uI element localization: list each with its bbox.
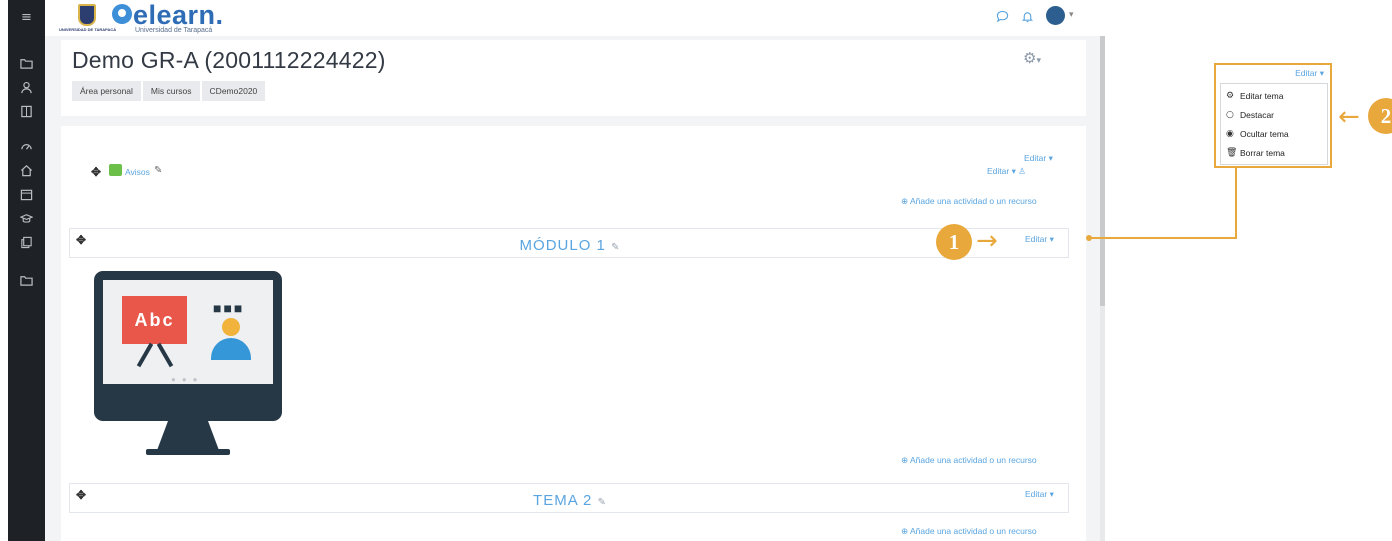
classroom-illustration: Abc ■■■ ●●● xyxy=(94,271,282,421)
edit-menu-trigger[interactable]: Editar ▾ xyxy=(1025,234,1054,245)
graduation-cap-icon[interactable] xyxy=(8,208,45,228)
add-activity-label: Añade una actividad o un recurso xyxy=(910,526,1037,536)
pencil-icon[interactable]: ✎ xyxy=(598,497,607,508)
arrow-left-icon: ← xyxy=(1338,102,1360,132)
eye-icon: ◉ xyxy=(1226,128,1234,139)
left-sidebar: ≡ xyxy=(8,0,45,541)
menu-item-ocultar-tema[interactable]: ◉ Ocultar tema xyxy=(1221,124,1327,143)
scrollbar-thumb[interactable] xyxy=(1100,36,1105,306)
move-icon[interactable]: ✥ xyxy=(91,165,101,179)
arrow-right-icon: → xyxy=(976,226,998,256)
edit-label: Editar xyxy=(987,166,1010,176)
section-header-modulo1: ✥ MÓDULO 1 ✎ Editar ▾ xyxy=(69,228,1069,258)
activity-edit-menu[interactable]: Editar ▾ ♙ xyxy=(987,166,1026,177)
breadcrumb-item[interactable]: Área personal xyxy=(72,81,141,101)
bell-icon[interactable] xyxy=(1021,10,1034,26)
menu-item-label: Borrar tema xyxy=(1240,147,1285,158)
monitor-base xyxy=(146,449,230,455)
section-title[interactable]: MÓDULO 1 ✎ xyxy=(70,237,1070,254)
folder-icon[interactable] xyxy=(8,270,45,290)
section-title-text: MÓDULO 1 xyxy=(519,237,606,254)
home-icon[interactable] xyxy=(8,160,45,180)
menu-item-label: Ocultar tema xyxy=(1240,128,1289,139)
pencil-icon[interactable]: ✎ xyxy=(154,165,162,176)
section-title[interactable]: TEMA 2 ✎ xyxy=(70,492,1070,509)
person-head xyxy=(222,318,240,336)
user-icon[interactable] xyxy=(8,77,45,97)
ellipsis-icon: ■■■ xyxy=(213,300,245,316)
activity-link-avisos[interactable]: Avisos xyxy=(125,167,150,177)
book-icon[interactable] xyxy=(8,101,45,121)
add-activity-label: Añade una actividad o un recurso xyxy=(910,455,1037,465)
circle-icon: ○ xyxy=(1226,109,1234,120)
edit-menu-trigger[interactable]: Editar ▾ xyxy=(1295,68,1324,79)
breadcrumb: Área personal Mis cursos CDemo2020 xyxy=(72,81,267,101)
chevron-down-icon[interactable]: ▾ xyxy=(1069,9,1074,20)
user-avatar[interactable] xyxy=(1046,6,1065,25)
forum-icon xyxy=(109,164,122,176)
chalkboard: Abc xyxy=(122,296,187,344)
menu-item-label: Editar tema xyxy=(1240,90,1284,101)
university-shield-logo xyxy=(78,4,96,26)
section-title-text: TEMA 2 xyxy=(533,492,593,509)
easel-leg xyxy=(136,342,154,368)
elearn-logo-icon xyxy=(112,4,132,24)
add-activity-link[interactable]: ⊕ Añade una actividad o un recurso xyxy=(901,526,1037,537)
connector-line xyxy=(1089,237,1237,239)
step-badge-2: 2 xyxy=(1368,98,1392,134)
messages-icon[interactable] xyxy=(996,10,1009,26)
calendar-icon[interactable] xyxy=(8,184,45,204)
add-activity-link[interactable]: ⊕ Añade una actividad o un recurso xyxy=(901,196,1037,207)
menu-item-editar-tema[interactable]: ⚙ Editar tema xyxy=(1221,86,1327,105)
trash-icon: 🗑 xyxy=(1226,147,1238,158)
edit-menu-trigger[interactable]: Editar ▾ xyxy=(1024,153,1053,164)
monitor-dots: ●●● xyxy=(171,375,204,384)
pencil-icon[interactable]: ✎ xyxy=(611,242,620,253)
breadcrumb-item[interactable]: Mis cursos xyxy=(142,81,200,101)
university-logo-text: UNIVERSIDAD DE TARAPACÁ xyxy=(59,27,117,32)
menu-item-destacar[interactable]: ○ Destacar xyxy=(1221,105,1327,124)
gear-icon: ⚙ xyxy=(1226,90,1235,101)
menu-item-borrar-tema[interactable]: 🗑 Borrar tema xyxy=(1221,143,1327,162)
section-header-tema2: ✥ TEMA 2 ✎ Editar ▾ xyxy=(69,483,1069,513)
edit-label: Editar xyxy=(1025,489,1048,499)
top-navbar: UNIVERSIDAD DE TARAPACÁ elearn. Universi… xyxy=(45,0,1105,36)
gear-icon[interactable]: ⚙▾ xyxy=(1023,49,1041,67)
menu-item-label: Destacar xyxy=(1240,109,1275,120)
edit-label: Editar xyxy=(1025,234,1048,244)
step-badge-1: 1 xyxy=(936,224,972,260)
edit-label: Editar xyxy=(1295,68,1318,78)
user-icon: ♙ xyxy=(1018,166,1026,176)
edit-dropdown: ⚙ Editar tema ○ Destacar ◉ Ocultar tema 🗑 Bo… xyxy=(1220,83,1328,165)
main-app: UNIVERSIDAD DE TARAPACÁ elearn. Universi… xyxy=(45,0,1105,541)
person-body xyxy=(211,338,251,360)
breadcrumb-item[interactable]: CDemo2020 xyxy=(201,81,266,101)
dashboard-icon[interactable] xyxy=(8,136,45,156)
folder-icon[interactable] xyxy=(8,53,45,73)
monitor-screen: Abc ■■■ ●●● xyxy=(103,280,273,384)
add-activity-link[interactable]: ⊕ Añade una actividad o un recurso xyxy=(901,455,1037,466)
course-content: ✥ Avisos ✎ Editar ▾ Editar ▾ ♙ ⊕ Añade u… xyxy=(61,126,1086,541)
copy-icon[interactable] xyxy=(8,232,45,252)
menu-icon[interactable]: ≡ xyxy=(8,7,45,27)
easel-leg xyxy=(156,342,174,368)
brand-subtitle: Universidad de Tarapacá xyxy=(135,27,213,34)
zoomed-edit-menu: Editar ▾ ⚙ Editar tema ○ Destacar ◉ Ocultar… xyxy=(1214,63,1332,168)
add-activity-label: Añade una actividad o un recurso xyxy=(910,196,1037,206)
edit-label: Editar xyxy=(1024,153,1047,163)
course-header: Demo GR-A (2001112224422) ⚙▾ Área person… xyxy=(61,40,1086,116)
edit-menu-trigger[interactable]: Editar ▾ xyxy=(1025,489,1054,500)
page-title: Demo GR-A (2001112224422) xyxy=(72,47,386,73)
